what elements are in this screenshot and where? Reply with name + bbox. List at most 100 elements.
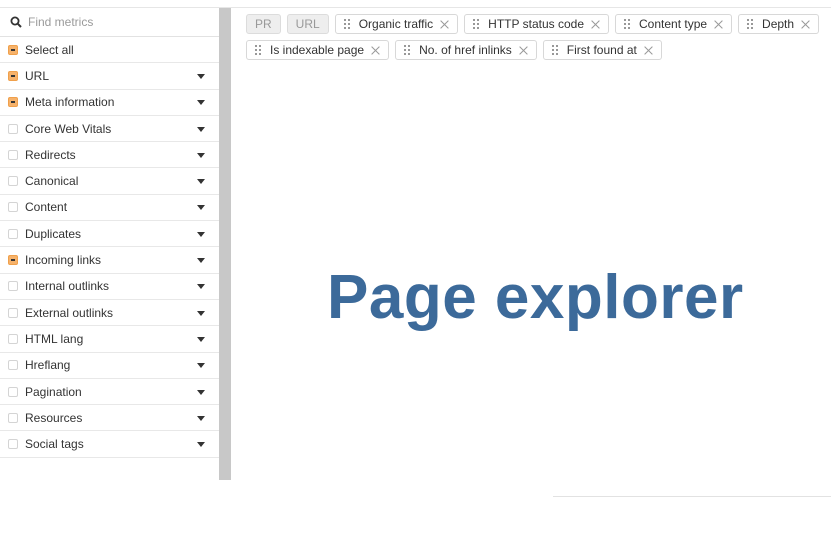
- group-label: HTML lang: [25, 331, 84, 346]
- metric-group-external-outlinks[interactable]: External outlinks: [0, 300, 219, 327]
- group-label: Core Web Vitals: [25, 121, 112, 136]
- group-label: Resources: [25, 410, 83, 425]
- close-icon[interactable]: [591, 20, 600, 29]
- metric-group-hreflang[interactable]: Hreflang: [0, 353, 219, 379]
- drag-handle-icon[interactable]: [404, 45, 411, 55]
- caret-down-icon[interactable]: [197, 336, 205, 342]
- metric-group-incoming-links[interactable]: Incoming links: [0, 247, 219, 274]
- search-input[interactable]: [28, 15, 198, 29]
- close-icon[interactable]: [371, 46, 380, 55]
- caret-down-icon[interactable]: [197, 415, 205, 421]
- column-chip-label: Depth: [762, 17, 795, 31]
- drag-handle-icon[interactable]: [747, 19, 754, 29]
- group-checkbox[interactable]: [8, 202, 18, 213]
- column-chip-depth[interactable]: Depth: [738, 14, 820, 34]
- metric-group-resources[interactable]: Resources: [0, 405, 219, 432]
- group-label: External outlinks: [25, 305, 114, 320]
- search-bar: [0, 8, 219, 37]
- drag-handle-icon[interactable]: [473, 19, 480, 29]
- column-chip-label: Organic traffic: [358, 17, 434, 31]
- column-chip-pr: PR: [246, 14, 281, 34]
- select-all-row[interactable]: Select all: [0, 37, 219, 64]
- close-icon[interactable]: [519, 46, 528, 55]
- caret-down-icon[interactable]: [197, 442, 205, 448]
- caret-down-icon[interactable]: [197, 205, 205, 211]
- column-chip-http-status-code[interactable]: HTTP status code: [464, 14, 609, 34]
- column-chip-organic-traffic[interactable]: Organic traffic: [334, 14, 459, 34]
- group-checkbox[interactable]: [8, 439, 18, 450]
- metric-group-redirects[interactable]: Redirects: [0, 142, 219, 169]
- metric-group-core-web-vitals[interactable]: Core Web Vitals: [0, 116, 219, 143]
- group-label: Incoming links: [25, 253, 102, 268]
- group-label: Internal outlinks: [25, 279, 110, 294]
- column-chip-label: No. of href inlinks: [419, 43, 512, 57]
- group-checkbox[interactable]: [8, 123, 18, 134]
- bottom-divider: [553, 496, 831, 497]
- metric-group-html-lang[interactable]: HTML lang: [0, 326, 219, 353]
- drag-handle-icon[interactable]: [624, 19, 630, 29]
- column-chip-label: Is indexable page: [270, 43, 365, 57]
- drag-handle-icon[interactable]: [343, 19, 350, 29]
- group-label: Redirects: [25, 147, 76, 162]
- column-chip-label: First found at: [566, 43, 637, 57]
- caret-down-icon[interactable]: [197, 363, 205, 369]
- metrics-sidebar: Select all URL Meta information Core Web V…: [0, 8, 219, 478]
- caret-down-icon[interactable]: [197, 258, 205, 264]
- caret-down-icon[interactable]: [197, 389, 205, 395]
- group-checkbox[interactable]: [8, 386, 18, 397]
- group-checkbox[interactable]: [8, 97, 18, 108]
- column-chip-label: HTTP status code: [488, 17, 584, 31]
- column-chip-label: Content type: [639, 17, 708, 31]
- caret-down-icon[interactable]: [197, 100, 205, 106]
- select-all-label: Select all: [25, 42, 74, 57]
- caret-down-icon[interactable]: [197, 126, 205, 132]
- group-checkbox[interactable]: [8, 149, 18, 160]
- selected-columns: PR URL Organic traffic HTTP status code Co…: [246, 14, 826, 66]
- group-label: Canonical: [25, 174, 79, 189]
- group-label: Pagination: [25, 384, 82, 399]
- group-label: Social tags: [25, 437, 84, 452]
- caret-down-icon[interactable]: [197, 310, 205, 316]
- group-checkbox[interactable]: [8, 228, 18, 239]
- group-checkbox[interactable]: [8, 255, 18, 266]
- group-label: Content: [25, 200, 68, 215]
- metric-group-meta-information[interactable]: Meta information: [0, 90, 219, 116]
- metric-group-url[interactable]: URL: [0, 63, 219, 90]
- caret-down-icon[interactable]: [197, 284, 205, 290]
- close-icon[interactable]: [440, 20, 449, 29]
- group-checkbox[interactable]: [8, 176, 18, 187]
- metric-group-content[interactable]: Content: [0, 195, 219, 222]
- metric-group-social-tags[interactable]: Social tags: [0, 431, 219, 458]
- search-icon: [10, 16, 22, 28]
- metric-group-duplicates[interactable]: Duplicates: [0, 221, 219, 248]
- group-label: URL: [25, 68, 50, 83]
- column-chip-content-type[interactable]: Content type: [615, 14, 733, 34]
- caret-down-icon[interactable]: [197, 152, 205, 158]
- metric-group-canonical[interactable]: Canonical: [0, 168, 219, 195]
- close-icon[interactable]: [801, 20, 810, 29]
- close-icon[interactable]: [714, 20, 723, 29]
- caret-down-icon[interactable]: [197, 73, 205, 79]
- group-checkbox[interactable]: [8, 281, 18, 292]
- group-label: Hreflang: [25, 358, 71, 373]
- metric-group-internal-outlinks[interactable]: Internal outlinks: [0, 274, 219, 300]
- caret-down-icon[interactable]: [197, 231, 205, 237]
- drag-handle-icon[interactable]: [255, 45, 261, 55]
- group-checkbox[interactable]: [8, 70, 18, 81]
- caret-down-icon[interactable]: [197, 179, 205, 185]
- drag-handle-icon[interactable]: [551, 45, 558, 55]
- group-checkbox[interactable]: [8, 333, 18, 344]
- sidebar-scrollbar[interactable]: [219, 8, 231, 480]
- metric-group-pagination[interactable]: Pagination: [0, 379, 219, 406]
- column-chip-no-of-href-inlinks[interactable]: No. of href inlinks: [395, 40, 537, 60]
- close-icon[interactable]: [644, 46, 653, 55]
- group-label: Duplicates: [25, 226, 82, 241]
- group-label: Meta information: [25, 95, 115, 110]
- group-checkbox[interactable]: [8, 360, 18, 371]
- group-checkbox[interactable]: [8, 307, 18, 318]
- column-chip-first-found-at[interactable]: First found at: [542, 40, 662, 60]
- select-all-checkbox[interactable]: [8, 44, 18, 55]
- group-checkbox[interactable]: [8, 412, 18, 423]
- column-chip-url: URL: [286, 14, 329, 34]
- column-chip-is-indexable-page[interactable]: Is indexable page: [246, 40, 390, 60]
